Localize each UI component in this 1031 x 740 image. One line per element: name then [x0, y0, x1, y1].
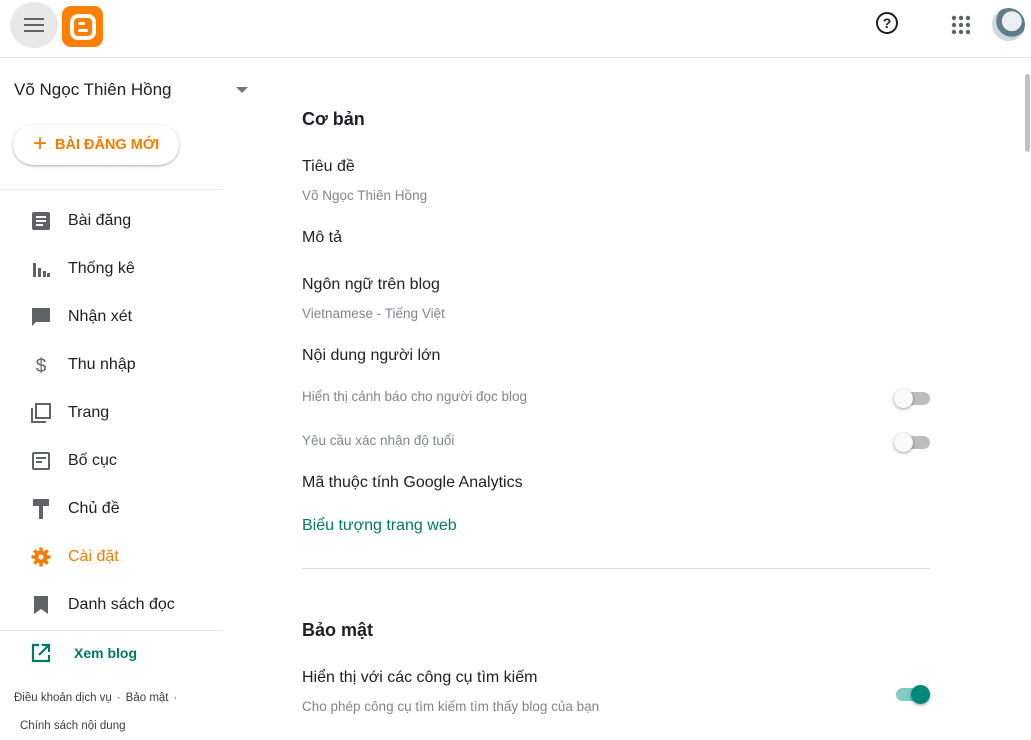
comment-icon — [30, 306, 52, 328]
external-link-icon — [30, 642, 52, 664]
search-visible-description: Cho phép công cụ tìm kiếm tìm thấy blog … — [302, 699, 600, 714]
scrollbar-thumb[interactable] — [1025, 74, 1030, 152]
sidebar-item-stats[interactable]: Thống kê — [0, 245, 223, 293]
sidebar-nav: Bài đăng Thống kê Nhận xét $ Thu nhập Tr… — [0, 197, 223, 629]
footer-links: Điều khoản dịch vụ · Bảo mật · Chính sách n… — [14, 692, 178, 732]
title-setting-label[interactable]: Tiêu đề — [302, 158, 355, 176]
section-title-basic: Cơ bản — [302, 109, 365, 129]
bookmark-icon — [30, 594, 52, 616]
posts-icon — [30, 210, 52, 232]
settings-gear-icon — [30, 546, 52, 568]
theme-brush-icon — [30, 498, 52, 520]
blogger-logo-icon[interactable] — [62, 6, 103, 47]
section-divider — [302, 568, 930, 569]
adult-warning-label: Hiển thị cảnh báo cho người đọc blog — [302, 389, 528, 404]
sidebar-item-pages[interactable]: Trang — [0, 389, 223, 437]
privacy-link[interactable]: Bảo mật — [126, 692, 169, 704]
help-circle-icon[interactable]: ? — [874, 10, 900, 36]
blog-name: Võ Ngọc Thiên Hồng — [14, 80, 172, 99]
sidebar-item-posts[interactable]: Bài đăng — [0, 197, 223, 245]
sidebar-item-reading-list[interactable]: Danh sách đọc — [0, 581, 223, 629]
sidebar-item-label: Cài đặt — [68, 548, 119, 565]
top-bar: ? — [0, 0, 1031, 58]
sidebar-item-earnings[interactable]: $ Thu nhập — [0, 341, 223, 389]
dollar-icon: $ — [30, 354, 52, 376]
svg-text:$: $ — [36, 356, 47, 375]
scrollbar[interactable] — [1024, 58, 1031, 733]
new-post-label: BÀI ĐĂNG MỚI — [55, 137, 160, 153]
sidebar: Võ Ngọc Thiên Hồng + BÀI ĐĂNG MỚI Bài đă… — [0, 58, 260, 733]
analytics-setting-label[interactable]: Mã thuộc tính Google Analytics — [302, 474, 523, 492]
sidebar-divider — [0, 630, 223, 631]
adult-warning-toggle[interactable] — [894, 389, 930, 408]
age-verify-label: Yêu cầu xác nhận độ tuổi — [302, 433, 455, 448]
plus-icon: + — [33, 130, 48, 157]
sidebar-divider — [0, 189, 223, 190]
terms-link[interactable]: Điều khoản dịch vụ — [14, 692, 112, 704]
age-verify-toggle[interactable] — [894, 433, 930, 452]
settings-panel: Cơ bản Tiêu đề Võ Ngọc Thiên Hồng Mô tả … — [302, 58, 930, 733]
blog-selector[interactable]: Võ Ngọc Thiên Hồng — [14, 78, 250, 102]
stats-icon — [30, 258, 52, 280]
sidebar-item-label: Bài đăng — [68, 212, 132, 229]
favicon-link[interactable]: Biểu tượng trang web — [302, 517, 457, 535]
hamburger-menu-icon[interactable] — [10, 2, 58, 48]
sidebar-item-settings[interactable]: Cài đặt — [0, 533, 223, 581]
avatar[interactable] — [992, 8, 1025, 41]
adult-content-label: Nội dung người lớn — [302, 347, 441, 364]
toggle-knob — [894, 389, 913, 408]
view-blog-link[interactable]: Xem blog — [30, 642, 137, 664]
search-visible-label: Hiển thị với các công cụ tìm kiếm — [302, 669, 538, 686]
description-setting-label[interactable]: Mô tả — [302, 229, 342, 247]
new-post-button[interactable]: + BÀI ĐĂNG MỚI — [13, 125, 179, 165]
sidebar-item-label: Trang — [68, 404, 110, 421]
sidebar-item-label: Bố cục — [68, 452, 117, 469]
sidebar-item-label: Thống kê — [68, 260, 135, 277]
search-visible-toggle[interactable] — [894, 685, 930, 704]
sidebar-item-comments[interactable]: Nhận xét — [0, 293, 223, 341]
toggle-knob — [894, 433, 913, 452]
sidebar-item-theme[interactable]: Chủ đề — [0, 485, 223, 533]
language-setting-value: Vietnamese - Tiếng Việt — [302, 306, 445, 321]
pages-icon — [30, 402, 52, 424]
svg-text:?: ? — [883, 15, 892, 31]
caret-down-icon — [236, 87, 248, 93]
toggle-knob — [911, 685, 930, 704]
sidebar-item-label: Nhận xét — [68, 308, 133, 325]
view-blog-label: Xem blog — [74, 645, 138, 661]
sidebar-item-label: Danh sách đọc — [68, 596, 175, 613]
section-title-security: Bảo mật — [302, 620, 374, 640]
content-policy-link[interactable]: Chính sách nội dung — [20, 720, 126, 732]
title-setting-value: Võ Ngọc Thiên Hồng — [302, 188, 428, 203]
language-setting-label[interactable]: Ngôn ngữ trên blog — [302, 276, 440, 294]
sidebar-item-label: Chủ đề — [68, 500, 120, 517]
apps-grid-icon[interactable] — [948, 12, 974, 38]
sidebar-item-layout[interactable]: Bố cục — [0, 437, 223, 485]
sidebar-item-label: Thu nhập — [68, 356, 136, 373]
layout-icon — [30, 450, 52, 472]
